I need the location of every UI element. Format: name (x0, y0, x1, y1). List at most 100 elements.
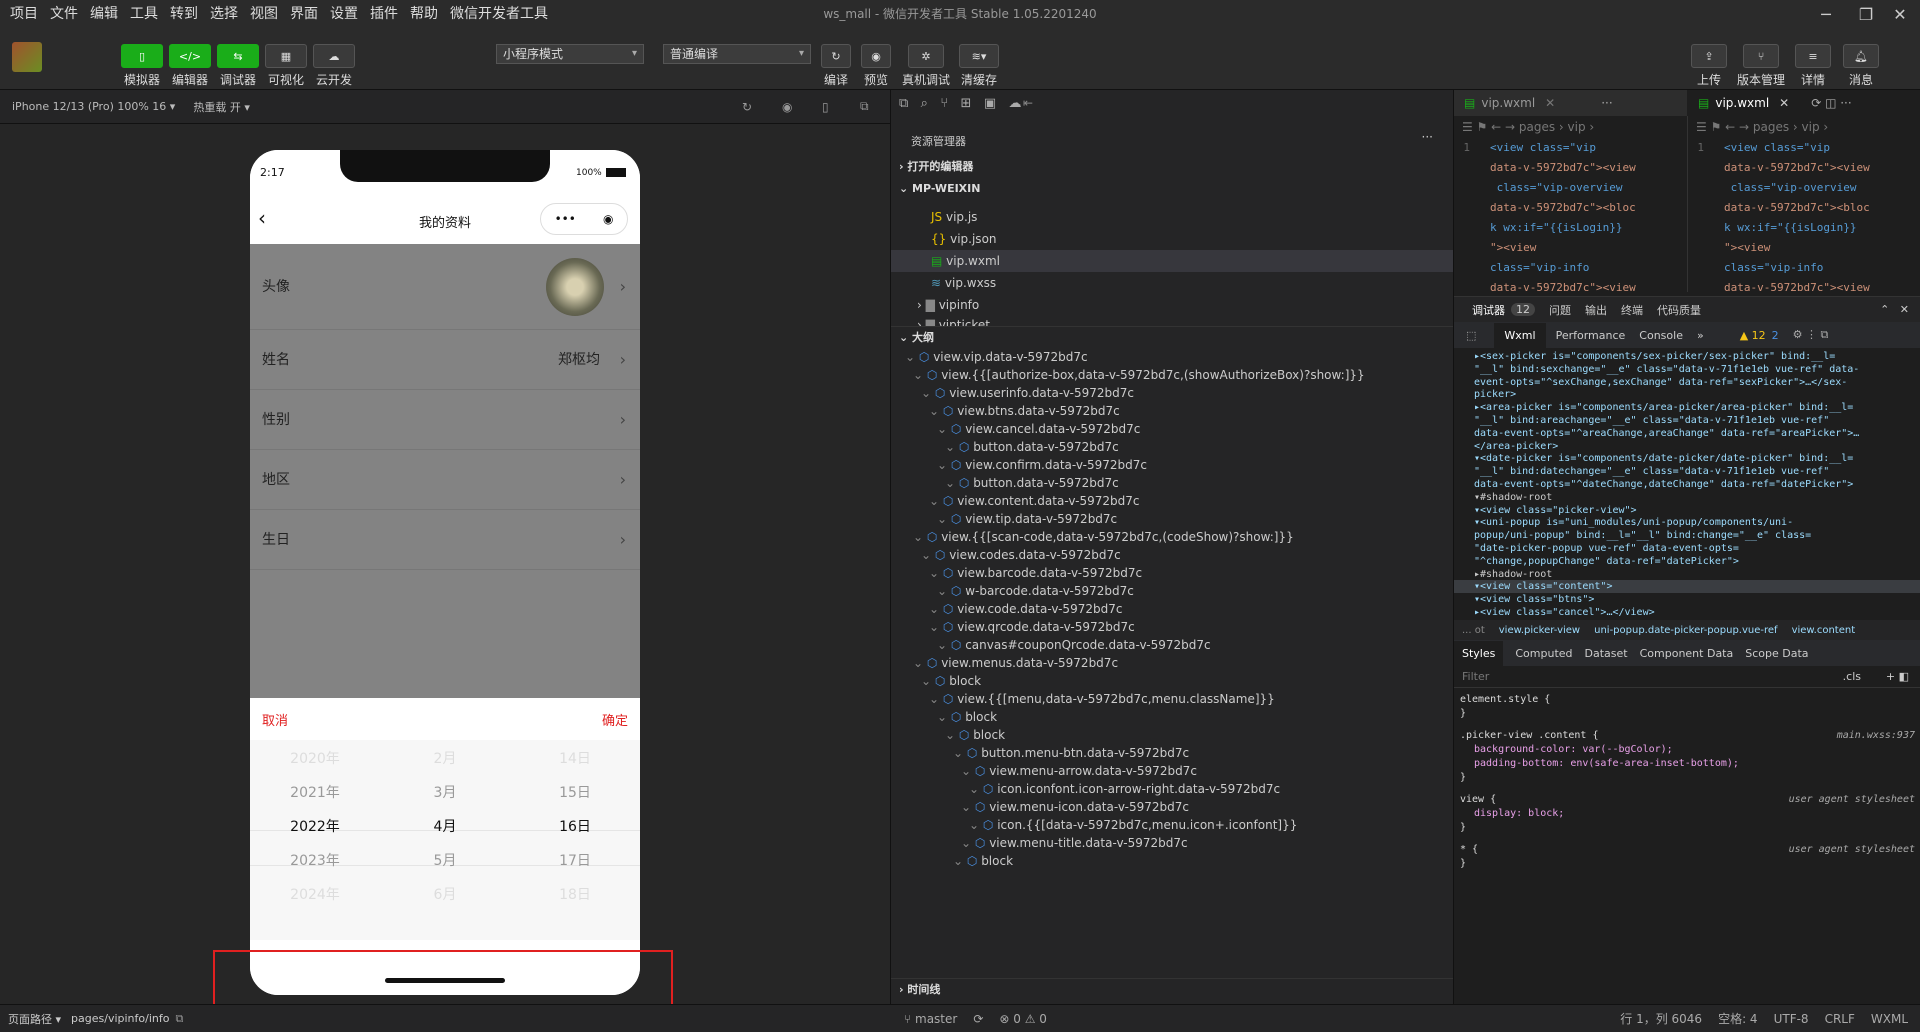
dom-node[interactable]: data-event-opts="^areaChange,areaChange"… (1474, 427, 1859, 440)
dom-node[interactable]: ▾<view class="content"> (1454, 580, 1920, 594)
menu-tools[interactable]: 工具 (124, 0, 164, 28)
editor-button[interactable]: </> 编辑器 (167, 44, 213, 88)
dom-node[interactable]: "__l" bind:datechange="__e" class="data-… (1474, 465, 1829, 478)
add-style-icon[interactable]: + ◧ (1886, 666, 1909, 688)
compile-select[interactable]: 普通编译 (663, 44, 811, 64)
row-birthday[interactable]: 生日 › (250, 510, 640, 570)
outline-item[interactable]: ⌄ ⬡ view.btns.data-v-5972bd7c (929, 402, 1120, 420)
dom-node[interactable]: ▾<date-picker is="components/date-picker… (1474, 452, 1853, 465)
dom-node[interactable]: ▾<uni-popup is="uni_modules/uni-popup/co… (1474, 516, 1793, 529)
more-icon[interactable]: ••• (555, 212, 576, 226)
debugger-button[interactable]: ⇆ 调试器 (215, 44, 261, 88)
tab-terminal[interactable]: 终端 (1621, 302, 1643, 318)
indent-setting[interactable]: 空格: 4 (1718, 1010, 1758, 1027)
dom-node[interactable]: ▸<sex-picker is="components/sex-picker/s… (1474, 350, 1835, 363)
style-property[interactable]: padding-bottom: env(safe-area-inset-bott… (1474, 758, 1739, 769)
menu-help[interactable]: 帮助 (404, 0, 444, 28)
code-editor-right[interactable]: 1 <view class="vip data-v-5972bd7c"><view … (1688, 142, 1920, 292)
tab-code-quality[interactable]: 代码质量 (1657, 302, 1701, 318)
outline-item[interactable]: ⌄ ⬡ view.code.data-v-5972bd7c (929, 600, 1122, 618)
file-vip-wxml[interactable]: ▤ vip.wxml (891, 250, 1454, 272)
clear-cache-button[interactable]: ≋▾ 清缓存 (956, 44, 1002, 88)
outline-item[interactable]: ⌄ ⬡ icon.iconfont.icon-arrow-right.data-… (969, 780, 1280, 798)
tab-styles[interactable]: Styles (1454, 640, 1504, 666)
outline-item[interactable]: ⌄ ⬡ button.data-v-5972bd7c (945, 474, 1119, 492)
problems-indicator[interactable]: ⊗ 0 ⚠ 0 (999, 1012, 1047, 1026)
file-vip-json[interactable]: {} vip.json (931, 228, 997, 250)
folder-vipticket[interactable]: › ▇ vipticket (917, 314, 990, 326)
outline-item[interactable]: ⌄ ⬡ button.menu-btn.data-v-5972bd7c (953, 744, 1189, 762)
outline-item[interactable]: ⌄ ⬡ view.menus.data-v-5972bd7c (913, 654, 1118, 672)
file-vip-wxss[interactable]: ≋ vip.wxss (931, 272, 996, 294)
tab-wxml[interactable]: Wxml (1494, 322, 1546, 348)
eol[interactable]: CRLF (1825, 1012, 1855, 1026)
styles-pane[interactable]: element.style {} .picker-view .content {m… (1454, 690, 1920, 1002)
dom-node[interactable]: popup/uni-popup" bind:__l="__l" bind:cha… (1474, 529, 1811, 542)
styles-filter[interactable]: Filter .cls + ◧ (1454, 666, 1920, 688)
rotate-icon[interactable]: ↻ (742, 100, 752, 114)
outline-item[interactable]: ⌄ ⬡ icon.{{[data-v-5972bd7c,menu.icon+.i… (969, 816, 1297, 834)
detail-button[interactable]: ≡ 详情 (1790, 44, 1836, 88)
outline-item[interactable]: ⌄ ⬡ view.{{[menu,data-v-5972bd7c,menu.cl… (929, 690, 1275, 708)
cursor-position[interactable]: 行 1，列 6046 (1620, 1010, 1702, 1027)
outline-item[interactable]: ⌄ ⬡ canvas#couponQrcode.data-v-5972bd7c (937, 636, 1211, 654)
tab-computed[interactable]: Computed (1515, 647, 1572, 660)
dom-node[interactable]: ▸<view class="cancel">…</view> (1474, 606, 1655, 618)
outline-item[interactable]: ⌄ ⬡ view.menu-arrow.data-v-5972bd7c (961, 762, 1197, 780)
outline-item[interactable]: ⌄ ⬡ view.menu-icon.data-v-5972bd7c (961, 798, 1189, 816)
phone-mode-icon[interactable]: ▯ (822, 100, 829, 114)
style-rule[interactable]: element.style { (1460, 694, 1915, 705)
dom-node[interactable]: "date-picker-popup vue-ref" data-event-o… (1474, 542, 1739, 555)
menu-view[interactable]: 视图 (244, 0, 284, 28)
minimize-button[interactable]: ─ (1806, 0, 1846, 28)
tab-component-data[interactable]: Component Data (1640, 647, 1734, 660)
gear-icon[interactable]: ⚙ ⋮ ⧉ (1793, 328, 1829, 342)
dom-node[interactable]: event-opts="^sexChange,sexChange" data-r… (1474, 376, 1847, 389)
cancel-button[interactable]: 取消 (262, 710, 288, 729)
dom-node[interactable]: ▾#shadow-root (1474, 491, 1552, 504)
editor-tab-right[interactable]: ▤ vip.wxml ✕ ⟳ ◫ ··· (1688, 90, 1920, 116)
avatar[interactable] (12, 42, 42, 72)
outline-item[interactable]: ⌄ ⬡ view.barcode.data-v-5972bd7c (929, 564, 1142, 582)
real-debug-button[interactable]: ✲ 真机调试 (902, 44, 950, 88)
menu-devtools[interactable]: 微信开发者工具 (444, 0, 554, 28)
style-rule[interactable]: * {user agent stylesheet (1460, 844, 1915, 855)
home-circle-icon[interactable]: ◉ (603, 212, 613, 226)
tab-console[interactable]: Console (1639, 329, 1683, 342)
dom-node[interactable]: ▸#shadow-root (1474, 568, 1552, 581)
row-gender[interactable]: 性别 › (250, 390, 640, 450)
outline-section[interactable]: ⌄ 大纲 (891, 326, 1454, 348)
dom-node[interactable]: ▾<view class="btns"> (1474, 593, 1594, 606)
editor-tab-left[interactable]: ▤ vip.wxml ✕ ··· (1454, 90, 1687, 116)
date-picker[interactable]: 2020年 2021年 2022年 2023年 2024年 2月 3月 4月 5… (250, 740, 640, 940)
tab-performance[interactable]: Performance (1556, 329, 1626, 342)
dom-node[interactable]: ▾<view class="picker-view"> (1474, 504, 1637, 517)
open-editors-section[interactable]: › 打开的编辑器 (891, 156, 1454, 178)
outline-item[interactable]: ⌄ ⬡ view.content.data-v-5972bd7c (929, 492, 1139, 510)
dom-node[interactable]: data-event-opts="^dateChange,dateChange"… (1474, 478, 1853, 491)
menu-file[interactable]: 文件 (44, 0, 84, 28)
row-name[interactable]: 姓名 郑枢均 › (250, 330, 640, 390)
dom-node[interactable]: picker> (1474, 388, 1516, 401)
menu-project[interactable]: 项目 (0, 0, 44, 28)
row-avatar[interactable]: 头像 › (250, 244, 640, 330)
menu-interface[interactable]: 界面 (284, 0, 324, 28)
collapse-icon[interactable]: ⌃ ✕ (1880, 303, 1909, 316)
path-label[interactable]: 页面路径 ▾ (8, 1011, 61, 1027)
record-icon[interactable]: ◉ (782, 100, 792, 114)
branch-indicator[interactable]: ⑂ master (904, 1012, 957, 1026)
menu-settings[interactable]: 设置 (324, 0, 364, 28)
tab-scope-data[interactable]: Scope Data (1745, 647, 1808, 660)
menu-select[interactable]: 选择 (204, 0, 244, 28)
style-rule[interactable]: .picker-view .content {main.wxss:937 (1460, 730, 1915, 741)
upload-button[interactable]: ⇪ 上传 (1686, 44, 1732, 88)
outline-item[interactable]: ⌄ ⬡ button.data-v-5972bd7c (945, 438, 1119, 456)
cls-toggle[interactable]: .cls (1843, 666, 1861, 688)
tab-debugger[interactable]: 调试器 (1472, 302, 1505, 318)
row-region[interactable]: 地区 › (250, 450, 640, 510)
copy-icon[interactable]: ⧉ (175, 1012, 183, 1026)
style-property[interactable]: display: block; (1474, 808, 1564, 819)
code-editor-left[interactable]: 1 <view class="vip data-v-5972bd7c"><view … (1454, 142, 1687, 292)
project-section[interactable]: ⌄ MP-WEIXIN (891, 178, 1454, 200)
simulator-button[interactable]: ▯ 模拟器 (119, 44, 165, 88)
